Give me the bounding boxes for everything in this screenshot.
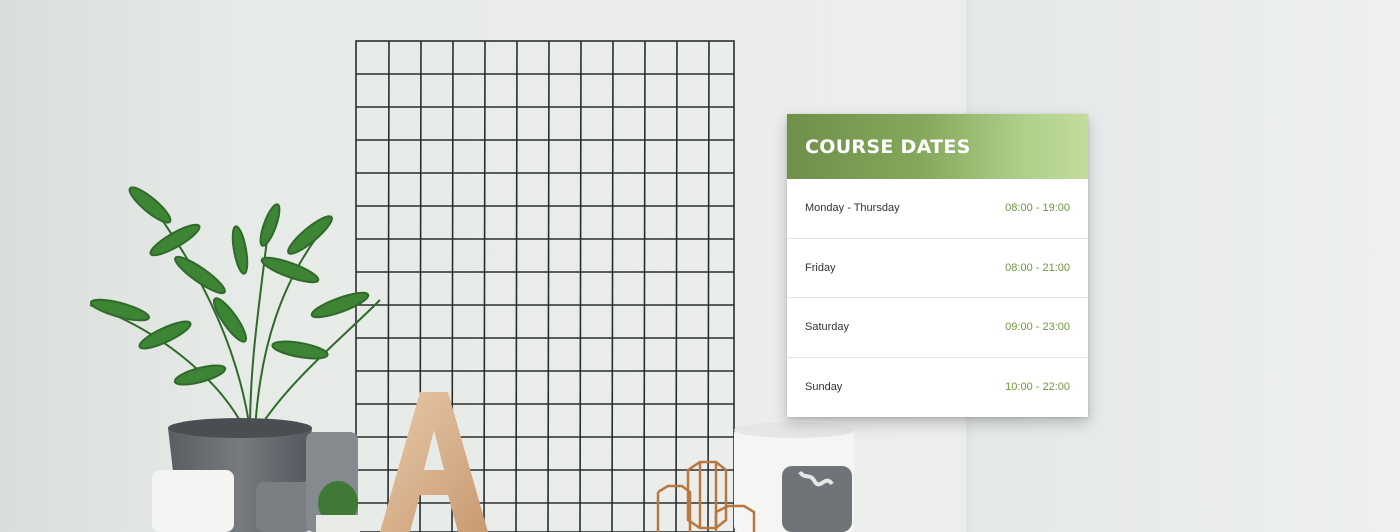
schedule-day: Friday: [805, 261, 836, 274]
schedule-day: Sunday: [805, 381, 843, 394]
schedule-time: 09:00 - 23:00: [1005, 321, 1070, 334]
schedule-row: Friday 08:00 - 21:00: [787, 239, 1088, 298]
background-photo: [0, 0, 1400, 532]
schedule-time: 08:00 - 21:00: [1005, 261, 1070, 274]
schedule-time: 08:00 - 19:00: [1005, 202, 1070, 215]
card-title: COURSE DATES: [805, 135, 971, 158]
schedule-row: Saturday 09:00 - 23:00: [787, 298, 1088, 358]
card-header: COURSE DATES: [787, 114, 1088, 179]
schedule-day: Saturday: [805, 321, 850, 334]
schedule-row: Monday - Thursday 08:00 - 19:00: [787, 179, 1088, 239]
course-dates-card: COURSE DATES Monday - Thursday 08:00 - 1…: [787, 114, 1088, 417]
schedule-day: Monday - Thursday: [805, 202, 900, 215]
schedule-row: Sunday 10:00 - 22:00: [787, 358, 1088, 418]
schedule-time: 10:00 - 22:00: [1005, 381, 1070, 394]
